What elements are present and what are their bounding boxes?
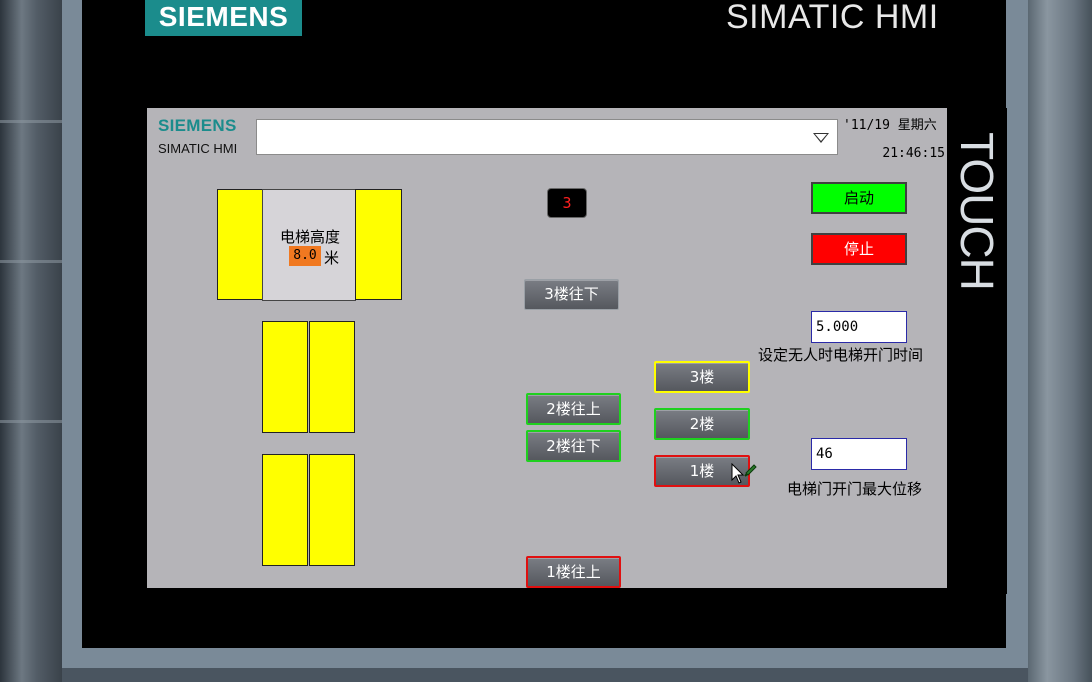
door-max-displacement-label: 电梯门开门最大位移 (787, 480, 923, 498)
floor2-door-left (262, 321, 308, 433)
elevator-car-door-left (217, 189, 263, 300)
screen-header: SIEMENS SIMATIC HMI '11/19 星期六 21:46:15 (147, 108, 947, 164)
mouse-cursor-icon (731, 463, 757, 484)
header-siemens-logo: SIEMENS (158, 116, 237, 135)
floor1-door-left (262, 454, 308, 566)
background-left-panel (0, 0, 62, 682)
car-floor2-button[interactable]: 2楼 (654, 408, 750, 440)
background-right-panel (1028, 0, 1092, 682)
hmi-screen: SIEMENS SIMATIC HMI '11/19 星期六 21:46:15 … (147, 108, 947, 588)
time-display: 21:46:15 (882, 146, 945, 161)
door-open-time-label: 设定无人时电梯开门时间 (758, 346, 924, 364)
header-simatic-label: SIMATIC HMI (158, 141, 238, 156)
floor2-up-button[interactable]: 2楼往上 (526, 393, 621, 425)
elevator-car: 电梯高度 8.0 米 (262, 189, 356, 301)
car-floor3-button[interactable]: 3楼 (654, 361, 750, 393)
background-stripe (0, 120, 62, 123)
alarm-window[interactable] (256, 119, 838, 155)
background-stripe (0, 420, 62, 423)
stop-button[interactable]: 停止 (811, 233, 907, 265)
elevator-car-door-right (355, 189, 402, 300)
floor1-door-right (309, 454, 355, 566)
simatic-hmi-title: SIMATIC HMI (726, 0, 939, 36)
elevator-height-label: 电梯高度 (279, 228, 340, 246)
date-display: '11/19 星期六 (843, 118, 937, 133)
door-open-time-input[interactable]: 5.000 (811, 311, 907, 343)
floor2-down-button[interactable]: 2楼往下 (526, 430, 621, 462)
door-max-displacement-input[interactable]: 46 (811, 438, 907, 470)
touch-label-container: TOUCH (947, 108, 1007, 314)
start-button[interactable]: 启动 (811, 182, 907, 214)
siemens-logo: SIEMENS (145, 0, 302, 36)
touch-label: TOUCH (951, 132, 1003, 290)
background-stripe (0, 260, 62, 263)
chevron-down-icon[interactable] (813, 133, 829, 143)
elevator-height-value: 8.0 (289, 246, 321, 266)
floor1-up-button[interactable]: 1楼往上 (526, 556, 621, 588)
floor-indicator: 3 (547, 188, 587, 218)
bezel-right-lower (947, 314, 1007, 594)
floor2-door-right (309, 321, 355, 433)
floor3-down-button[interactable]: 3楼往下 (524, 279, 619, 310)
elevator-height-unit: 米 (324, 249, 340, 267)
